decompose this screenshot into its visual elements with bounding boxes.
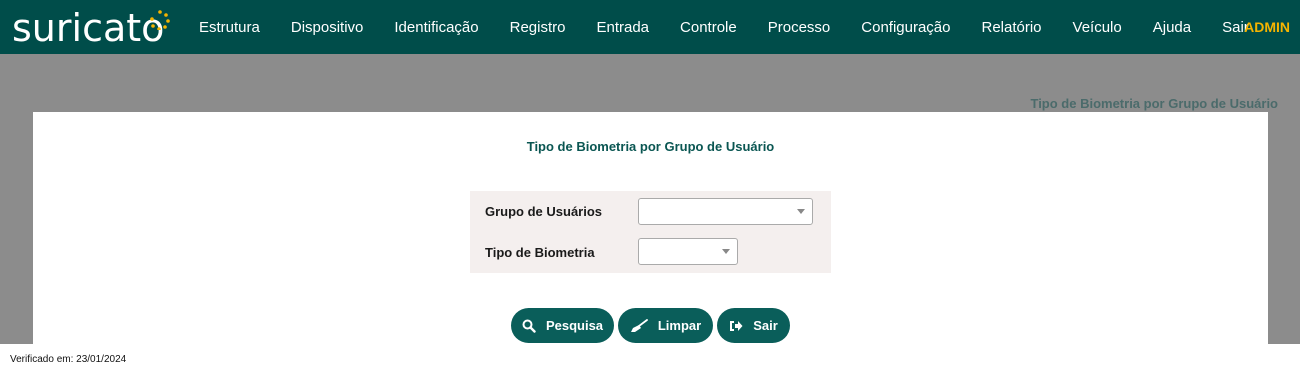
menu-item-entrada[interactable]: Entrada	[596, 19, 649, 36]
menu-item-processo[interactable]: Processo	[768, 19, 831, 36]
menu-item-controle[interactable]: Controle	[680, 19, 737, 36]
user-name[interactable]: ADMIN	[1244, 19, 1290, 35]
filter-form: Grupo de Usuários Tipo de Biometria	[470, 191, 831, 273]
tipo-biometria-label: Tipo de Biometria	[485, 245, 595, 260]
sair-button[interactable]: Sair	[717, 308, 790, 343]
limpar-label: Limpar	[657, 318, 702, 333]
chevron-down-icon	[722, 249, 730, 254]
menu-item-relatorio[interactable]: Relatório	[982, 19, 1042, 36]
menu-item-veiculo[interactable]: Veículo	[1073, 19, 1122, 36]
breadcrumb: Tipo de Biometria por Grupo de Usuário	[1030, 96, 1278, 111]
verification-date: Verificado em: 23/01/2024	[10, 354, 127, 365]
pesquisa-label: Pesquisa	[545, 318, 604, 333]
menu-item-estrutura[interactable]: Estrutura	[199, 19, 260, 36]
pesquisa-button[interactable]: Pesquisa	[511, 308, 614, 343]
logo-text: suricato	[12, 6, 165, 50]
menu-item-registro[interactable]: Registro	[510, 19, 566, 36]
form-panel: Tipo de Biometria por Grupo de Usuário G…	[33, 112, 1268, 344]
top-navbar: suricato Estrutura Dispositivo Identific…	[0, 0, 1300, 54]
menu-item-configuracao[interactable]: Configuração	[861, 19, 950, 36]
broom-icon	[630, 318, 648, 332]
limpar-button[interactable]: Limpar	[618, 308, 713, 343]
panel-title: Tipo de Biometria por Grupo de Usuário	[526, 139, 775, 154]
grupo-usuarios-label: Grupo de Usuários	[485, 204, 603, 219]
sign-out-icon	[730, 320, 743, 331]
tipo-biometria-select[interactable]	[638, 238, 738, 265]
grupo-usuarios-select[interactable]	[638, 198, 813, 225]
menu-item-dispositivo[interactable]: Dispositivo	[291, 19, 364, 36]
main-menu: Estrutura Dispositivo Identificação Regi…	[199, 0, 1280, 54]
sair-label: Sair	[753, 318, 778, 333]
chevron-down-icon	[797, 209, 805, 214]
logo-dots-icon	[150, 10, 170, 30]
search-icon	[522, 319, 536, 333]
menu-item-identificacao[interactable]: Identificação	[394, 19, 478, 36]
suricato-logo[interactable]: suricato	[12, 4, 170, 50]
menu-item-ajuda[interactable]: Ajuda	[1153, 19, 1191, 36]
